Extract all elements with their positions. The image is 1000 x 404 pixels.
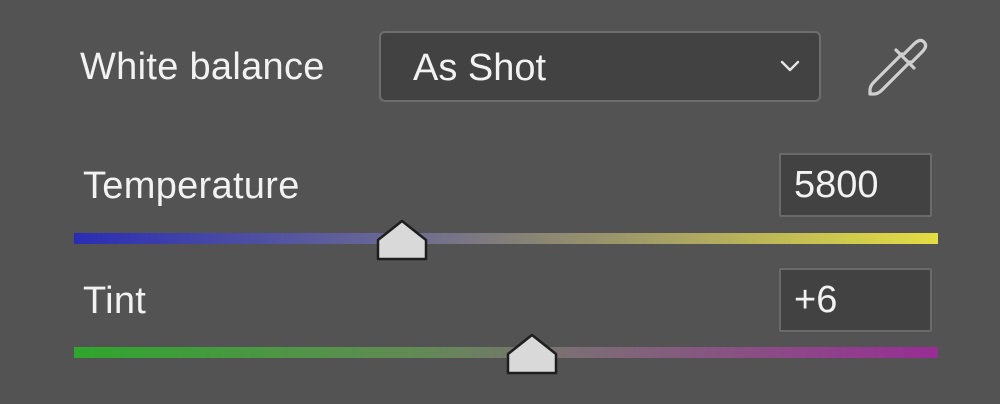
temperature-value-field[interactable]: 5800 [779, 153, 932, 217]
temperature-slider-track[interactable] [74, 233, 938, 244]
temperature-slider-thumb[interactable] [375, 219, 429, 261]
tint-value-field[interactable]: +6 [779, 268, 932, 332]
tint-slider-thumb[interactable] [505, 333, 559, 375]
tint-label: Tint [83, 280, 147, 322]
white-balance-label: White balance [80, 46, 325, 88]
temperature-label: Temperature [83, 165, 300, 207]
white-balance-dropdown[interactable]: As Shot [379, 31, 821, 102]
chevron-down-icon [780, 60, 800, 72]
white-balance-selected-value: As Shot [413, 47, 547, 89]
eyedropper-icon[interactable] [862, 34, 932, 100]
